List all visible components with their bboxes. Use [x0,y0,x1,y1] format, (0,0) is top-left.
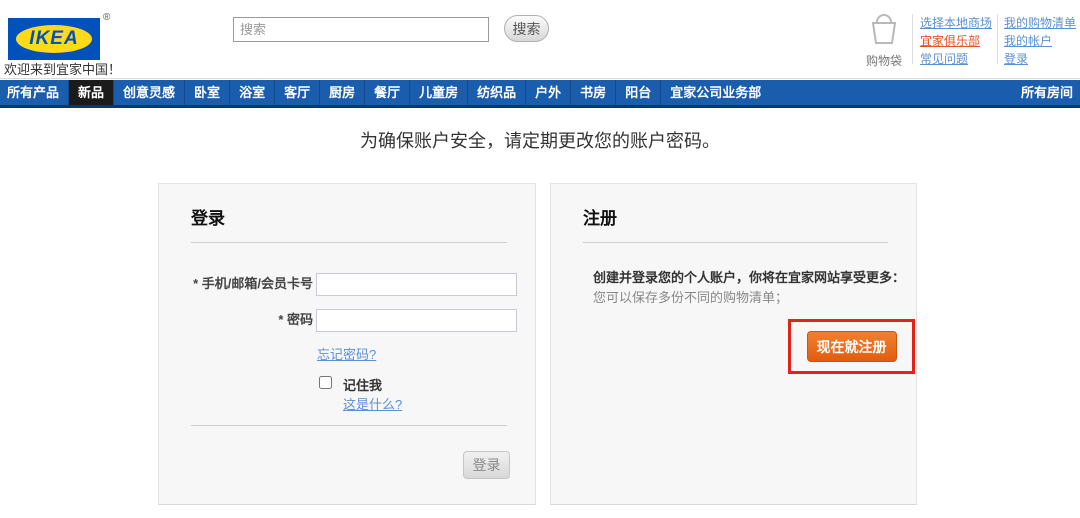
nav-item-children[interactable]: 儿童房 [409,80,467,105]
logo-yellow-oval: IKEA [16,25,92,53]
divider [583,242,888,243]
nav-item-balcony[interactable]: 阳台 [615,80,660,105]
ikea-login-page: IKEA ® 欢迎来到宜家中国！ 搜索 购物袋 选择本地商场 宜家俱乐部 常见问… [0,0,1080,518]
link-login[interactable]: 登录 [1004,50,1076,68]
header: IKEA ® 欢迎来到宜家中国！ 搜索 购物袋 选择本地商场 宜家俱乐部 常见问… [0,0,1080,79]
header-links-col2: 我的购物清单 我的帐户 登录 [1004,14,1076,68]
nav-item-bedroom[interactable]: 卧室 [184,80,229,105]
header-divider [997,14,998,64]
shopping-bag-label: 购物袋 [865,54,902,68]
search-button[interactable]: 搜索 [504,15,549,42]
account-input[interactable] [316,273,517,296]
logo-blue-box: IKEA [8,18,100,60]
header-divider [912,14,913,64]
nav-bottom-strip [0,105,1080,108]
logo-brand-text: IKEA [29,28,79,49]
remember-me-label: 记住我 [343,378,383,393]
login-submit-button[interactable]: 登录 [463,451,510,479]
login-card: 登录 * 手机/邮箱/会员卡号 * 密码 忘记密码? 记住我 这是什么? 登录 [158,183,536,505]
nav-items: 所有产品 新品 创意灵感 卧室 浴室 客厅 厨房 餐厅 儿童房 纺织品 户外 书… [0,80,1080,105]
header-links-col1: 选择本地商场 宜家俱乐部 常见问题 [920,14,992,68]
nav-item-all-products[interactable]: 所有产品 [0,80,68,105]
register-card: 注册 创建并登录您的个人账户，你将在宜家网站享受更多： 您可以保存多份不同的购物… [550,183,917,505]
forgot-password-link[interactable]: 忘记密码? [317,344,376,363]
link-ikea-family-club[interactable]: 宜家俱乐部 [920,32,992,50]
remember-me-checkbox[interactable] [319,376,332,389]
divider [191,425,507,426]
password-input[interactable] [316,309,517,332]
register-subtext: 您可以保存多份不同的购物清单； [593,290,789,305]
nav-item-dining[interactable]: 餐厅 [364,80,409,105]
nav-item-inspiration[interactable]: 创意灵感 [113,80,184,105]
ikea-logo[interactable]: IKEA ® [8,12,112,60]
register-card-title: 注册 [583,209,617,228]
red-annotation-box: 现在就注册 [788,319,915,374]
nav-item-study[interactable]: 书房 [570,80,615,105]
divider [191,242,507,243]
nav-item-livingroom[interactable]: 客厅 [274,80,319,105]
main-nav: 所有产品 新品 创意灵感 卧室 浴室 客厅 厨房 餐厅 儿童房 纺织品 户外 书… [0,80,1080,108]
welcome-text: 欢迎来到宜家中国！ [4,62,122,77]
nav-item-all-rooms[interactable]: 所有房间 [1021,80,1073,105]
login-card-title: 登录 [191,209,225,228]
link-my-account[interactable]: 我的帐户 [1004,32,1076,50]
nav-item-outdoor[interactable]: 户外 [525,80,570,105]
account-field-label: * 手机/邮箱/会员卡号 [193,276,313,291]
nav-item-textiles[interactable]: 纺织品 [467,80,525,105]
registered-trademark: ® [103,12,111,23]
nav-item-kitchen[interactable]: 厨房 [319,80,364,105]
nav-item-new[interactable]: 新品 [68,80,114,105]
search-input[interactable] [233,17,489,42]
shopping-bag-icon [871,14,897,44]
what-is-this-link[interactable]: 这是什么? [343,394,402,413]
shopping-bag[interactable]: 购物袋 [860,12,908,69]
nav-item-bathroom[interactable]: 浴室 [229,80,274,105]
link-my-shopping-list[interactable]: 我的购物清单 [1004,14,1076,32]
password-field-label: * 密码 [278,312,313,327]
link-faq[interactable]: 常见问题 [920,50,992,68]
nav-item-business[interactable]: 宜家公司业务部 [660,80,770,105]
security-notice: 为确保账户安全，请定期更改您的账户密码。 [360,131,720,151]
register-now-button[interactable]: 现在就注册 [806,331,897,362]
link-choose-local-store[interactable]: 选择本地商场 [920,14,992,32]
register-headline: 创建并登录您的个人账户，你将在宜家网站享受更多： [593,270,906,285]
